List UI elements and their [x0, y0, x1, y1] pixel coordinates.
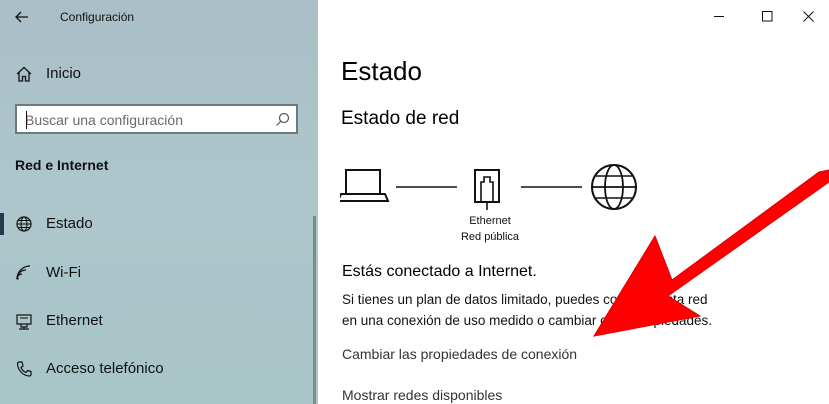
- sidebar-section-title: Red e Internet: [15, 157, 109, 173]
- sidebar-scrollbar[interactable]: [313, 216, 316, 404]
- text-caret: [26, 111, 27, 129]
- sidebar-item-ethernet[interactable]: Ethernet: [0, 304, 310, 338]
- title-bar-left: Configuración: [0, 0, 318, 34]
- close-button[interactable]: [785, 0, 829, 32]
- show-available-networks-link[interactable]: Mostrar redes disponibles: [342, 387, 502, 403]
- title-bar-right: [318, 0, 829, 34]
- maximize-icon: [761, 10, 772, 21]
- sidebar: Configuración Inicio Red e Internet Esta…: [0, 0, 318, 404]
- metered-description: Si tienes un plan de datos limitado, pue…: [342, 289, 762, 331]
- maximize-button[interactable]: [744, 0, 790, 32]
- dialup-icon: [16, 361, 32, 377]
- ethernet-port-icon: [474, 169, 500, 210]
- sidebar-item-acceso-telefonico[interactable]: Acceso telefónico: [0, 352, 310, 386]
- back-button[interactable]: [0, 0, 44, 34]
- sidebar-item-label: Acceso telefónico: [46, 360, 164, 377]
- wifi-icon: [16, 265, 31, 280]
- home-icon: [16, 66, 32, 82]
- change-connection-properties-link[interactable]: Cambiar las propiedades de conexión: [342, 346, 577, 362]
- minimize-icon: [713, 15, 724, 17]
- search-icon[interactable]: [275, 112, 290, 127]
- laptop-icon: [340, 169, 390, 202]
- app-title: Configuración: [60, 10, 135, 24]
- close-icon: [802, 10, 814, 22]
- back-arrow-icon: [15, 11, 28, 23]
- ethernet-icon: [16, 314, 32, 330]
- sidebar-item-label: Ethernet: [46, 312, 103, 329]
- page-title: Estado: [341, 56, 422, 86]
- search-input[interactable]: [25, 110, 265, 130]
- description-line: Si tienes un plan de datos limitado, pue…: [342, 292, 708, 307]
- sidebar-item-label: Wi-Fi: [46, 264, 81, 281]
- nav-home-label: Inicio: [46, 65, 82, 82]
- nav-home[interactable]: Inicio: [0, 56, 318, 90]
- minimize-button[interactable]: [696, 0, 742, 32]
- sidebar-item-wifi[interactable]: Wi-Fi: [0, 256, 310, 290]
- sidebar-item-estado[interactable]: Estado: [0, 207, 310, 241]
- connection-status: Estás conectado a Internet.: [342, 263, 537, 280]
- device-caption-line1: Ethernet: [469, 215, 511, 227]
- section-title-network-status: Estado de red: [341, 108, 460, 129]
- description-line: en una conexión de uso medido o cambiar …: [342, 313, 712, 328]
- diagram-caption: Ethernet Red pública: [450, 213, 530, 245]
- internet-globe-icon: [591, 164, 637, 210]
- globe-icon: [16, 216, 32, 232]
- sidebar-item-label: Estado: [46, 215, 93, 232]
- search-box[interactable]: [15, 104, 298, 134]
- device-caption-line2: Red pública: [460, 231, 520, 243]
- active-indicator: [0, 213, 4, 235]
